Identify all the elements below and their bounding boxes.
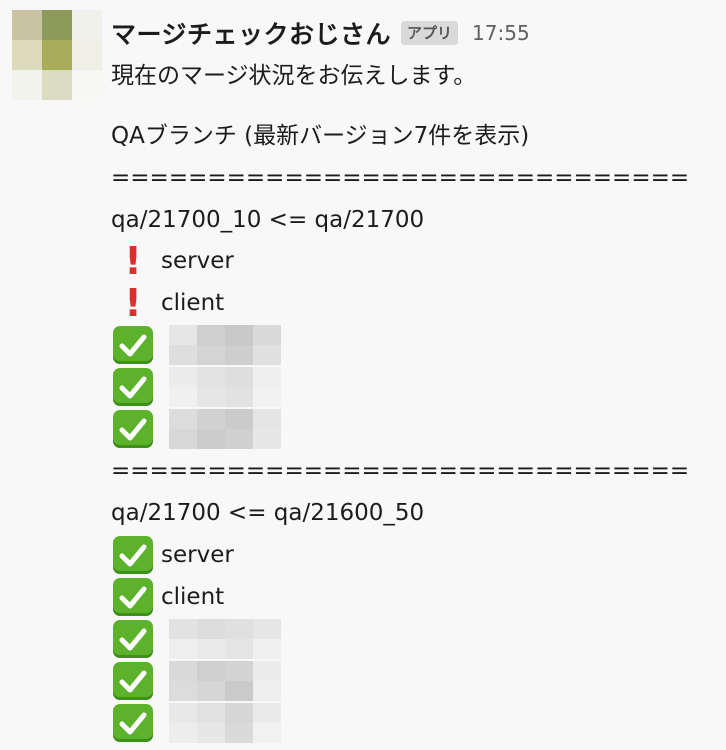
item-label: client	[161, 584, 225, 610]
item-label: server	[161, 542, 234, 568]
check-icon	[111, 408, 155, 450]
check-icon	[111, 534, 155, 576]
list-item	[111, 366, 281, 408]
list-item	[111, 408, 281, 450]
section-title: qa/21700_10 <= qa/21700	[111, 207, 425, 233]
redacted-label	[169, 661, 281, 701]
timestamp[interactable]: 17:55	[472, 21, 530, 45]
separator: ==============================	[111, 458, 690, 484]
message-header: マージチェックおじさん アプリ 17:55	[111, 16, 530, 50]
item-label: server	[161, 248, 234, 274]
avatar[interactable]	[12, 10, 102, 100]
list-item: ! server	[111, 239, 234, 283]
check-icon	[111, 324, 155, 366]
redacted-label	[169, 409, 281, 449]
check-icon	[111, 702, 155, 744]
error-icon: !	[124, 281, 142, 325]
list-item	[111, 660, 281, 702]
redacted-label	[169, 703, 281, 743]
check-icon	[111, 660, 155, 702]
item-label: client	[161, 290, 225, 316]
list-item	[111, 702, 281, 744]
separator: ==============================	[111, 165, 690, 191]
app-badge: アプリ	[401, 21, 459, 45]
section-title: qa/21700 <= qa/21600_50	[111, 500, 425, 526]
list-item: server	[111, 534, 234, 576]
redacted-label	[169, 325, 281, 365]
sender-name[interactable]: マージチェックおじさん	[111, 15, 391, 51]
check-icon	[111, 576, 155, 618]
list-item	[111, 324, 281, 366]
check-icon	[111, 366, 155, 408]
redacted-label	[169, 619, 281, 659]
branch-heading: QAブランチ (最新バージョン7件を表示)	[111, 123, 530, 149]
redacted-label	[169, 367, 281, 407]
error-icon: !	[124, 239, 142, 283]
check-icon	[111, 618, 155, 660]
list-item: client	[111, 576, 224, 618]
list-item: ! client	[111, 282, 224, 324]
list-item	[111, 618, 281, 660]
intro-text: 現在のマージ状況をお伝えします。	[111, 63, 477, 89]
